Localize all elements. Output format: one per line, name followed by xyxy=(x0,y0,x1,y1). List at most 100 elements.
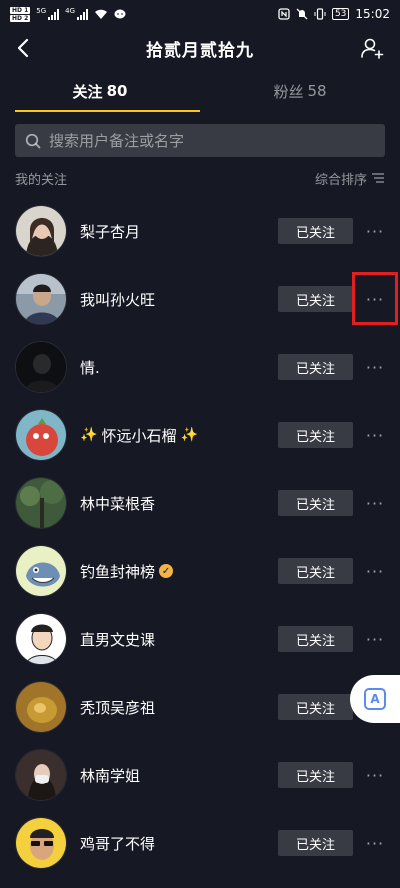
list-item: 情. 已关注 ··· xyxy=(0,333,400,401)
list-item: 直男文史课 已关注 ··· xyxy=(0,605,400,673)
message-icon xyxy=(114,9,126,18)
more-icon: ··· xyxy=(365,561,385,581)
net2-label: 4G xyxy=(65,6,76,15)
search-icon xyxy=(25,133,41,148)
more-icon: ··· xyxy=(365,493,385,513)
search-input[interactable] xyxy=(49,131,375,150)
tab-following[interactable]: 关注 80 xyxy=(0,70,200,112)
user-name[interactable]: 林南学姐 xyxy=(80,765,278,786)
followed-button[interactable]: 已关注 xyxy=(278,354,353,380)
followed-button[interactable]: 已关注 xyxy=(278,762,353,788)
followed-button[interactable]: 已关注 xyxy=(278,218,353,244)
tab-following-count: 80 xyxy=(106,82,128,100)
avatar[interactable] xyxy=(15,681,67,733)
signal2-icon xyxy=(77,8,89,20)
list-item: 林中菜根香 已关注 ··· xyxy=(0,469,400,537)
tabs: 关注 80 粉丝 58 xyxy=(0,70,400,112)
floating-translate-button[interactable]: A xyxy=(350,675,400,723)
avatar-dark-icon xyxy=(16,342,66,392)
more-options-button[interactable]: ··· xyxy=(359,419,391,451)
more-options-button[interactable]: ··· xyxy=(359,487,391,519)
avatar[interactable] xyxy=(15,477,67,529)
list-item: 秃顶吴彦祖 已关注 ··· xyxy=(0,673,400,741)
avatar-pomegranate-icon xyxy=(16,410,66,460)
followed-button[interactable]: 已关注 xyxy=(278,626,353,652)
avatar-egg-icon xyxy=(16,682,66,732)
more-options-button[interactable]: ··· xyxy=(359,623,391,655)
mute-icon xyxy=(296,8,308,20)
avatar[interactable] xyxy=(15,749,67,801)
hd2-badge: HD 2 xyxy=(10,14,31,22)
verified-badge-icon: ✓ xyxy=(159,564,174,578)
hd-badges: HD 1 HD 2 xyxy=(10,6,31,22)
avatar[interactable] xyxy=(15,817,67,869)
net1-label: 5G xyxy=(36,6,47,15)
more-options-button[interactable]: ··· xyxy=(359,215,391,247)
follow-list: 梨子杏月 已关注 ··· 我叫孙火旺 已关注 ··· 情. 已关注 ··· ✨ … xyxy=(0,197,400,877)
followed-button[interactable]: 已关注 xyxy=(278,830,353,856)
add-friend-button[interactable] xyxy=(360,36,384,60)
user-name-text: 鸡哥了不得 xyxy=(80,834,156,853)
tab-fans[interactable]: 粉丝 58 xyxy=(200,70,400,112)
user-name[interactable]: 我叫孙火旺 xyxy=(80,289,278,310)
status-left: HD 1 HD 2 5G 4G xyxy=(10,6,126,22)
highlight-box xyxy=(352,272,398,325)
more-options-button[interactable]: ··· xyxy=(359,555,391,587)
signal-icon xyxy=(48,8,60,20)
avatar-man-icon xyxy=(16,274,66,324)
vibrate-icon xyxy=(314,8,326,20)
more-icon: ··· xyxy=(365,833,385,853)
more-options-button[interactable]: ··· xyxy=(359,351,391,383)
user-name[interactable]: ✨ 怀远小石榴 ✨ xyxy=(80,425,278,446)
sort-button[interactable]: 综合排序 xyxy=(315,169,385,188)
a-icon: A xyxy=(364,688,386,710)
user-name-text: 直男文史课 xyxy=(80,630,156,649)
tab-fans-label: 粉丝 xyxy=(273,82,304,101)
followed-button[interactable]: 已关注 xyxy=(278,286,353,312)
user-name-text: 我叫孙火旺 xyxy=(80,290,156,309)
hd1-badge: HD 1 xyxy=(10,6,31,14)
avatar[interactable] xyxy=(15,613,67,665)
user-name[interactable]: 鸡哥了不得 xyxy=(80,833,278,854)
more-options-button[interactable]: ··· xyxy=(359,827,391,859)
followed-button[interactable]: 已关注 xyxy=(278,422,353,448)
add-user-icon xyxy=(361,38,384,59)
user-name-text: 秃顶吴彦祖 xyxy=(80,698,156,717)
more-icon: ··· xyxy=(365,221,385,241)
followed-button[interactable]: 已关注 xyxy=(278,490,353,516)
avatar[interactable] xyxy=(15,205,67,257)
avatar-sunglasses-icon xyxy=(16,818,66,868)
section-label: 我的关注 xyxy=(15,172,68,188)
user-name[interactable]: 梨子杏月 xyxy=(80,221,278,242)
user-name[interactable]: 钓鱼封神榜 ✓ xyxy=(80,561,278,582)
user-name[interactable]: 情. xyxy=(80,357,278,378)
avatar[interactable] xyxy=(15,341,67,393)
followed-button[interactable]: 已关注 xyxy=(278,694,353,720)
avatar[interactable] xyxy=(15,273,67,325)
more-options-button[interactable]: ··· xyxy=(359,759,391,791)
user-name-text: 林中菜根香 xyxy=(80,494,156,513)
back-button[interactable] xyxy=(14,36,34,60)
user-name-text: 钓鱼封神榜 xyxy=(80,562,156,581)
list-item: 林南学姐 已关注 ··· xyxy=(0,741,400,809)
avatar-girl-icon xyxy=(16,206,66,256)
user-name[interactable]: 秃顶吴彦祖 xyxy=(80,697,278,718)
wifi-icon xyxy=(95,9,108,19)
user-name[interactable]: 林中菜根香 xyxy=(80,493,278,514)
status-bar: HD 1 HD 2 5G 4G 53 15:02 xyxy=(0,0,400,28)
page-title: 拾贰月贰拾九 xyxy=(146,40,254,61)
avatar-shark-cartoon-icon xyxy=(16,546,66,596)
section-header: 我的关注 综合排序 xyxy=(0,159,400,197)
avatar-forest-icon xyxy=(16,478,66,528)
more-icon: ··· xyxy=(365,357,385,377)
user-name-text: 梨子杏月 xyxy=(80,222,141,241)
list-item: 钓鱼封神榜 ✓ 已关注 ··· xyxy=(0,537,400,605)
avatar[interactable] xyxy=(15,409,67,461)
avatar[interactable] xyxy=(15,545,67,597)
list-item: 我叫孙火旺 已关注 ··· xyxy=(0,265,400,333)
user-name[interactable]: 直男文史课 xyxy=(80,629,278,650)
followed-button[interactable]: 已关注 xyxy=(278,558,353,584)
search-bar xyxy=(15,124,385,157)
more-icon: ··· xyxy=(365,765,385,785)
sparkle-icon: ✨ xyxy=(80,427,98,443)
